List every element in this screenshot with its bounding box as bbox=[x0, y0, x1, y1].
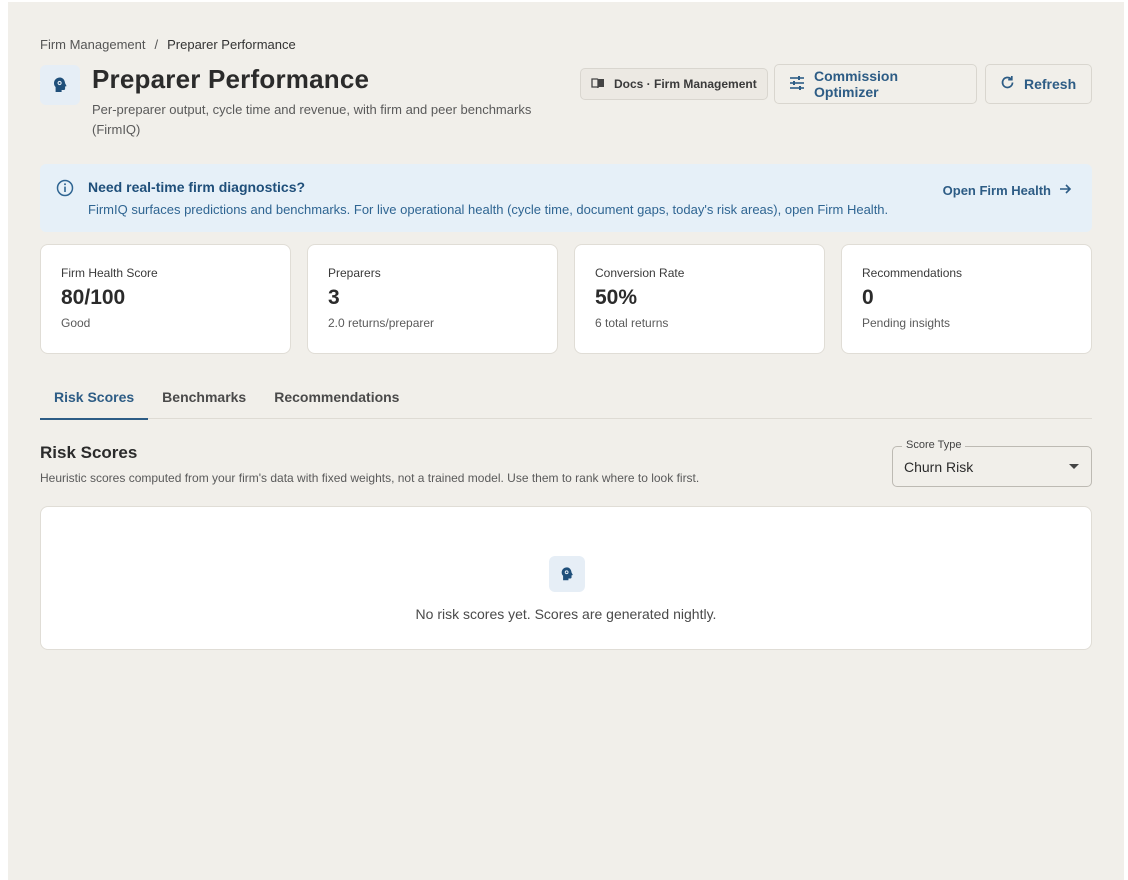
metric-label: Firm Health Score bbox=[61, 266, 158, 280]
metric-label: Preparers bbox=[328, 266, 381, 280]
tab-recommendations[interactable]: Recommendations bbox=[260, 380, 413, 419]
metric-card-conversion-rate: Conversion Rate 50% 6 total returns bbox=[574, 244, 825, 354]
refresh-icon bbox=[1000, 75, 1015, 93]
breadcrumb-separator: / bbox=[154, 37, 159, 52]
sliders-icon bbox=[789, 75, 805, 94]
tab-bar: Risk Scores Benchmarks Recommendations bbox=[40, 380, 1092, 420]
section-title: Risk Scores bbox=[40, 443, 138, 462]
metric-card-recommendations: Recommendations 0 Pending insights bbox=[841, 244, 1092, 354]
page-subtitle: Per-preparer output, cycle time and reve… bbox=[92, 102, 532, 137]
open-firm-health-link[interactable]: Open Firm Health bbox=[943, 183, 1072, 198]
open-firm-health-label: Open Firm Health bbox=[942, 183, 1051, 198]
empty-state-text: No risk scores yet. Scores are generated… bbox=[415, 606, 717, 622]
info-icon bbox=[56, 179, 74, 202]
metric-value: 50% bbox=[595, 286, 638, 309]
metric-card-firm-health: Firm Health Score 80/100 Good bbox=[40, 244, 291, 354]
metric-cards: Firm Health Score 80/100 Good Preparers … bbox=[40, 244, 1092, 354]
page: Firm Management / Preparer Performance P… bbox=[8, 2, 1124, 880]
metric-subtext: Pending insights bbox=[862, 316, 951, 330]
tab-benchmarks[interactable]: Benchmarks bbox=[148, 380, 260, 419]
metric-card-preparers: Preparers 3 2.0 returns/preparer bbox=[307, 244, 558, 354]
alert-text: FirmIQ surfaces predictions and benchmar… bbox=[88, 202, 889, 217]
tab-risk-scores[interactable]: Risk Scores bbox=[40, 380, 149, 420]
metric-value: 3 bbox=[328, 286, 340, 309]
book-icon bbox=[591, 77, 605, 92]
metric-value: 0 bbox=[862, 286, 874, 309]
score-type-label: Score Type bbox=[902, 439, 966, 451]
refresh-button[interactable]: Refresh bbox=[985, 64, 1092, 104]
page-title: Preparer Performance bbox=[92, 64, 370, 94]
score-type-select[interactable]: Score Type Churn Risk bbox=[892, 439, 1092, 487]
brain-head-icon bbox=[549, 556, 585, 592]
alert-title: Need real-time firm diagnostics? bbox=[88, 179, 306, 195]
section-description: Heuristic scores computed from your firm… bbox=[40, 471, 700, 485]
arrow-right-icon bbox=[1059, 183, 1072, 198]
commission-optimizer-button[interactable]: Commission Optimizer bbox=[774, 64, 977, 104]
metric-subtext: Good bbox=[61, 316, 91, 330]
metric-label: Conversion Rate bbox=[595, 266, 685, 280]
metric-value: 80/100 bbox=[61, 286, 126, 309]
score-type-value: Churn Risk bbox=[904, 459, 974, 475]
brain-head-icon bbox=[40, 65, 80, 105]
caret-down-icon bbox=[1069, 464, 1079, 469]
metric-subtext: 2.0 returns/preparer bbox=[328, 316, 435, 330]
info-alert: Need real-time firm diagnostics? FirmIQ … bbox=[40, 164, 1092, 232]
docs-button[interactable]: Docs · Firm Management bbox=[580, 68, 768, 100]
metric-subtext: 6 total returns bbox=[595, 316, 669, 330]
breadcrumb-item-firm-management[interactable]: Firm Management bbox=[40, 37, 145, 52]
docs-button-label: Docs · Firm Management bbox=[614, 77, 757, 91]
breadcrumb-item-current: Preparer Performance bbox=[167, 37, 296, 52]
commission-optimizer-label: Commission Optimizer bbox=[814, 68, 899, 100]
breadcrumb: Firm Management / Preparer Performance bbox=[40, 37, 296, 52]
risk-scores-panel: No risk scores yet. Scores are generated… bbox=[40, 506, 1092, 650]
metric-label: Recommendations bbox=[862, 266, 963, 280]
refresh-label: Refresh bbox=[1024, 76, 1077, 92]
